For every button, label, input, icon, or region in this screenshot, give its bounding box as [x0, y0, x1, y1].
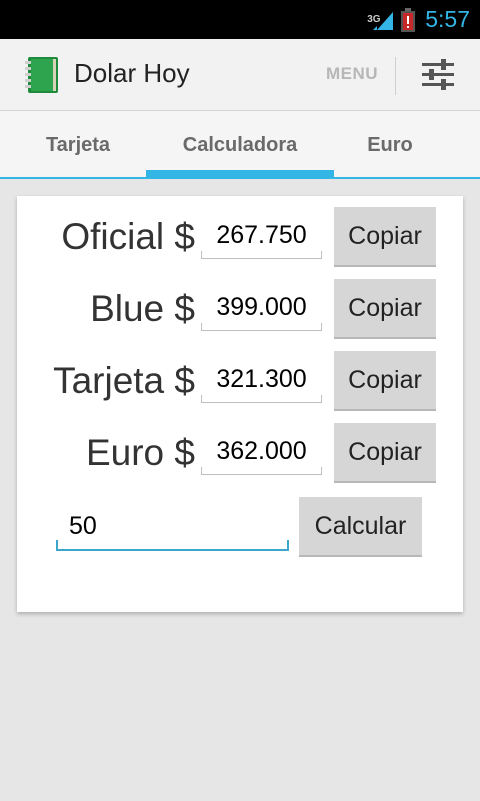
rate-label-oficial: Oficial $	[61, 216, 195, 257]
rate-value-underline	[201, 395, 322, 403]
copy-button-tarjeta[interactable]: Copiar	[334, 351, 436, 411]
app-title: Dolar Hoy	[74, 58, 190, 88]
amount-input-underline	[56, 540, 289, 551]
rate-value-underline	[201, 251, 322, 259]
rate-label-tarjeta: Tarjeta $	[53, 360, 195, 401]
status-indicators: 3G 5:57	[367, 0, 470, 39]
copy-button-oficial[interactable]: Copiar	[334, 207, 436, 267]
tab-calculadora[interactable]: Calculadora	[146, 111, 334, 179]
copy-button-blue[interactable]: Copiar	[334, 279, 436, 339]
settings-sliders-icon[interactable]	[420, 58, 456, 92]
rate-label-euro: Euro $	[85, 432, 195, 473]
calculate-button[interactable]: Calcular	[299, 497, 422, 557]
signal-icon: 3G	[367, 8, 395, 32]
rate-label-blue: Blue $	[90, 288, 195, 329]
rate-value-underline	[201, 323, 322, 331]
tab-tarjeta[interactable]: Tarjeta	[10, 111, 146, 179]
tab-bar: Tarjeta Calculadora Euro	[0, 111, 480, 179]
menu-button[interactable]: MENU	[326, 64, 378, 84]
green-notebook-icon[interactable]	[22, 55, 62, 95]
battery-icon	[401, 7, 416, 32]
tab-euro[interactable]: Euro	[334, 111, 446, 179]
copy-button-euro[interactable]: Copiar	[334, 423, 436, 483]
tab-selected-indicator	[146, 170, 334, 179]
status-bar: 3G 5:57	[0, 0, 480, 39]
action-bar-divider	[395, 57, 396, 95]
calculator-card: Oficial $ 267.750 Copiar Blue $ 399.000 …	[17, 196, 463, 612]
rate-value-underline	[201, 467, 322, 475]
clock: 5:57	[425, 6, 470, 32]
action-bar: Dolar Hoy MENU	[0, 39, 480, 111]
network-type-label: 3G	[367, 13, 381, 25]
